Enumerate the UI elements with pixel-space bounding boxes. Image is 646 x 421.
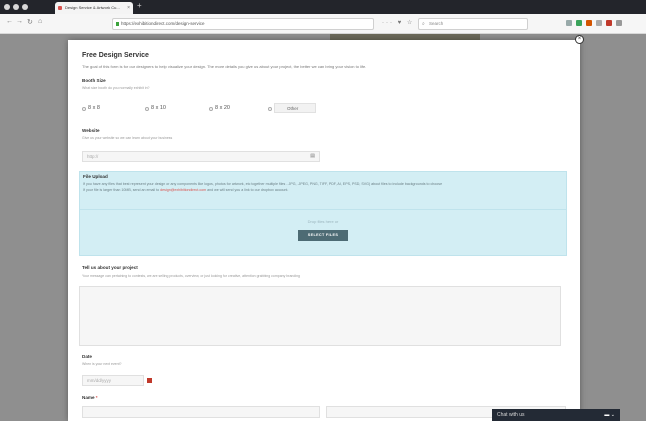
browser-tab-strip: Design Service & Artwork Cu... × + (0, 0, 646, 14)
search-icon: ⌕ (422, 21, 425, 27)
booth-size-other-field[interactable]: Other (274, 103, 316, 113)
extension-icon[interactable] (576, 20, 582, 26)
drop-zone-divider (80, 209, 566, 210)
booth-size-radio-8x20[interactable] (209, 107, 213, 111)
tab-title: Design Service & Artwork Cu... (65, 5, 120, 10)
chat-label: Chat with us (497, 412, 525, 418)
modal-title: Free Design Service (82, 52, 149, 59)
required-marker: * (95, 395, 98, 400)
modal-close-icon[interactable]: × (575, 35, 584, 44)
website-placeholder: http:// (87, 154, 99, 159)
first-name-input[interactable] (82, 406, 320, 418)
file-upload-note-text: If your file is larger than 10MB, send a… (83, 188, 161, 192)
chat-controls-icon[interactable]: ▬ ⌄ (604, 409, 615, 421)
extension-icon[interactable] (606, 20, 612, 26)
page-actions-icon[interactable]: ··· ♥ ☆ (382, 19, 414, 26)
file-upload-note-text: and we will send you a link to our dropb… (206, 188, 289, 192)
menu-icon[interactable] (616, 20, 622, 26)
name-label: Name * (82, 395, 98, 400)
search-input[interactable]: ⌕ Search (418, 18, 528, 30)
booth-size-radio-8x8[interactable] (82, 107, 86, 111)
file-upload-panel: File Upload If you have any files that b… (79, 171, 567, 256)
modal-intro: The goal of this form is for our designe… (82, 64, 367, 69)
window-minimize-dot[interactable] (13, 4, 19, 10)
date-hint: When is your next event? (82, 362, 122, 366)
date-label: Date (82, 354, 92, 359)
date-placeholder: mm/dd/yyyy (87, 378, 112, 383)
booth-size-label: Booth Size (82, 78, 106, 83)
extension-icon[interactable] (586, 20, 592, 26)
booth-size-option-label[interactable]: 8 x 10 (151, 105, 166, 111)
tab-close-icon[interactable]: × (127, 2, 130, 14)
file-upload-size-note: If your file is larger than 10MB, send a… (83, 188, 288, 192)
chat-widget[interactable]: Chat with us ▬ ⌄ (492, 409, 620, 421)
project-textarea[interactable] (79, 286, 561, 346)
calendar-icon[interactable] (147, 378, 152, 383)
website-hint: Give us your website so we can learn abo… (82, 136, 173, 140)
new-tab-icon[interactable]: + (137, 1, 142, 10)
extension-icon[interactable] (596, 20, 602, 26)
date-input[interactable]: mm/dd/yyyy (82, 375, 144, 386)
back-icon[interactable]: ← (6, 18, 13, 25)
booth-size-hint: What size booth do you normally exhibit … (82, 86, 150, 90)
drop-files-hint[interactable]: Drop files here or (80, 219, 566, 224)
booth-size-option-label[interactable]: 8 x 20 (215, 105, 230, 111)
booth-size-option-label[interactable]: 8 x 8 (88, 105, 100, 111)
reload-icon[interactable]: ↻ (27, 18, 33, 26)
favicon-icon (58, 6, 62, 10)
lock-icon (116, 22, 119, 26)
select-files-button[interactable]: SELECT FILES (298, 230, 348, 241)
booth-size-other-label: Other (287, 106, 299, 111)
project-label: Tell us about your project (82, 265, 138, 270)
booth-size-radio-8x10[interactable] (145, 107, 149, 111)
file-upload-label: File Upload (83, 174, 108, 179)
home-icon[interactable]: ⌂ (38, 18, 42, 25)
website-label: Website (82, 128, 100, 133)
browser-toolbar: ← → ↻ ⌂ https://exhibitiondirect.com/des… (0, 14, 646, 34)
window-close-dot[interactable] (4, 4, 10, 10)
website-field-icon: ▤ (310, 153, 315, 159)
website-input[interactable]: http:// ▤ (82, 151, 320, 162)
project-hint: Your message can pertaining to contests,… (82, 274, 300, 278)
design-service-modal: Free Design Service The goal of this for… (68, 40, 580, 421)
design-email-link[interactable]: design@exhibitiondirect.com (160, 188, 206, 192)
search-placeholder: Search (429, 21, 444, 26)
name-label-text: Name (82, 395, 95, 400)
address-bar[interactable]: https://exhibitiondirect.com/design-serv… (112, 18, 374, 30)
booth-size-radio-other[interactable] (268, 107, 272, 111)
address-url: https://exhibitiondirect.com/design-serv… (121, 21, 205, 26)
extension-icon[interactable] (566, 20, 572, 26)
browser-tab[interactable]: Design Service & Artwork Cu... × (55, 2, 133, 14)
file-upload-description: If you have any files that best represen… (83, 182, 443, 186)
window-maximize-dot[interactable] (22, 4, 28, 10)
forward-icon[interactable]: → (16, 18, 23, 25)
